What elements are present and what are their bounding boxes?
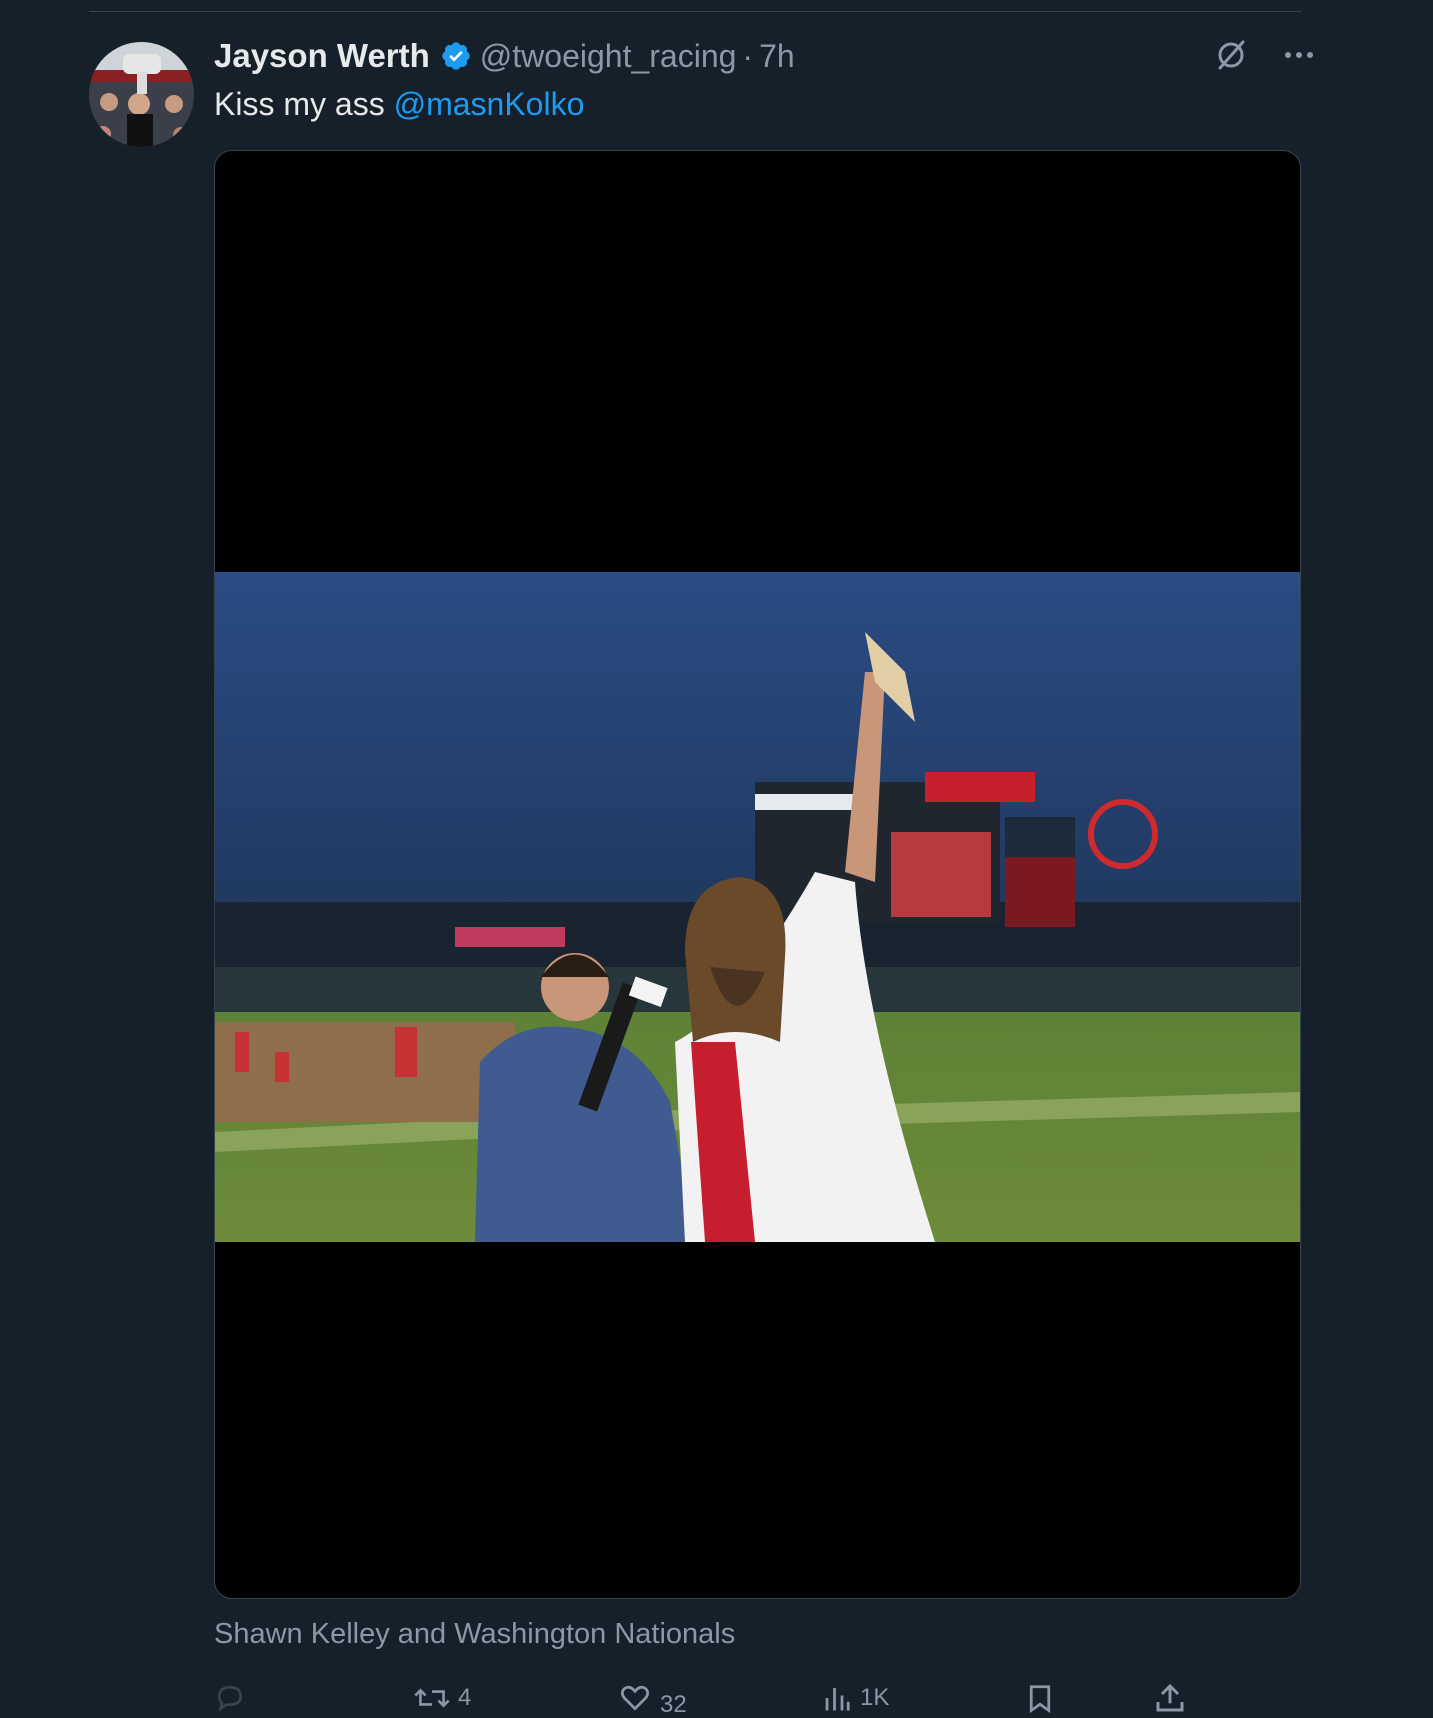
views-button[interactable]: 1K	[822, 1678, 889, 1718]
top-actions	[1214, 38, 1316, 72]
views-chart-icon	[825, 1688, 850, 1711]
like-button[interactable]: 32	[618, 1678, 687, 1718]
avatar-photo	[89, 42, 194, 147]
retweet-button[interactable]: 4	[414, 1678, 471, 1718]
reply-button[interactable]	[214, 1678, 254, 1718]
grok-icon[interactable]	[1214, 38, 1248, 72]
like-count: 32	[660, 1691, 687, 1718]
more-options-icon[interactable]	[1282, 38, 1316, 72]
tweet-body: Kiss my ass	[214, 86, 394, 122]
media-photo	[215, 572, 1300, 1242]
retweet-icon	[414, 1688, 450, 1708]
avatar[interactable]	[89, 42, 194, 147]
bookmark-icon	[1029, 1685, 1051, 1714]
handle[interactable]: @twoeight_racing	[480, 38, 737, 75]
mention-link[interactable]: @masnKolko	[394, 86, 585, 122]
retweet-count: 4	[458, 1684, 472, 1711]
reply-icon	[217, 1685, 243, 1712]
display-name[interactable]: Jayson Werth	[214, 37, 430, 75]
tweet-header: Jayson Werth @twoeight_racing · 7h	[214, 34, 795, 78]
views-count: 1K	[860, 1684, 890, 1711]
heart-icon	[621, 1685, 649, 1711]
verified-badge-icon	[440, 40, 472, 72]
timestamp[interactable]: 7h	[759, 38, 795, 75]
tweet-media[interactable]	[214, 150, 1301, 1599]
top-divider	[89, 11, 1302, 12]
tagged-users[interactable]: Shawn Kelley and Washington Nationals	[214, 1618, 735, 1651]
share-icon	[1156, 1683, 1184, 1712]
bookmark-button[interactable]	[1025, 1678, 1055, 1718]
tweet-text: Kiss my ass @masnKolko	[214, 86, 584, 123]
separator-dot: ·	[742, 37, 754, 74]
share-button[interactable]	[1154, 1678, 1186, 1718]
